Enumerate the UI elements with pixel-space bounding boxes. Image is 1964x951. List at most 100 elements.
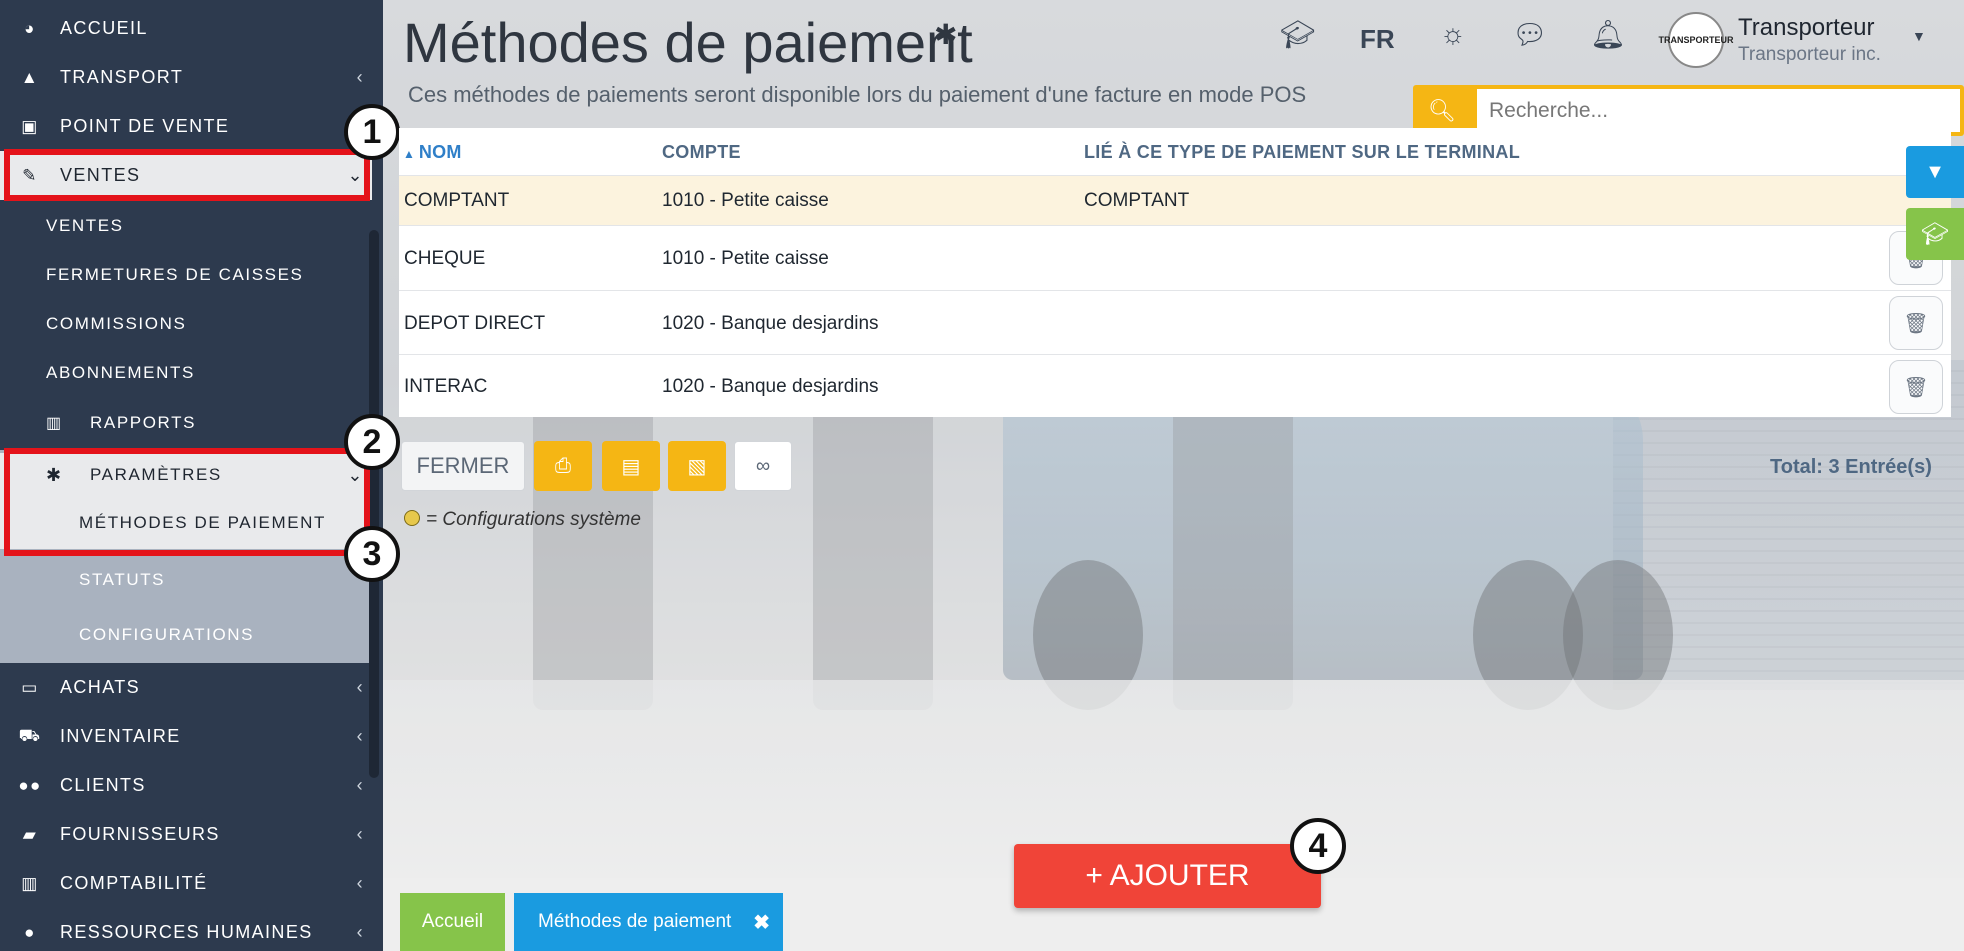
road-icon: ▲ <box>20 67 40 87</box>
export-pdf-button[interactable]: ▧ <box>668 441 726 491</box>
cell-compte: 1020 - Banque desjardins <box>662 376 879 397</box>
link-button[interactable]: ∞ <box>734 441 792 491</box>
sidebar-item-label: VENTES <box>46 215 124 235</box>
lightbulb-icon[interactable]: ☼ <box>1440 18 1466 50</box>
chevron-left-icon: ‹ <box>356 922 364 942</box>
sidebar-sub-configurations[interactable]: CONFIGURATIONS <box>0 609 372 661</box>
sidebar-item-label: FOURNISSEURS <box>60 824 220 844</box>
sidebar-item-label: ACHATS <box>60 677 141 697</box>
step-badge-3: 3 <box>344 526 400 582</box>
close-icon[interactable]: ✖ <box>753 910 770 935</box>
sidebar-sub-statuts[interactable]: STATUTS <box>0 554 372 606</box>
export-excel-button[interactable]: ▤ <box>602 441 660 491</box>
sidebar-scrollbar[interactable] <box>369 230 379 778</box>
sidebar-item-label: RESSOURCES HUMAINES <box>60 922 313 942</box>
sidebar-item-inventaire[interactable]: ⛟ INVENTAIRE ‹ <box>0 712 372 761</box>
page-title: Méthodes de paiement <box>403 11 973 74</box>
language-switch[interactable]: FR <box>1360 24 1395 55</box>
sidebar-item-label: ABONNEMENTS <box>46 362 195 382</box>
sidebar-item-label: STATUTS <box>79 570 166 589</box>
sidebar-item-label: COMMISSIONS <box>46 313 187 333</box>
sidebar-sub-abonnements[interactable]: ABONNEMENTS <box>0 348 372 397</box>
sidebar-item-achats[interactable]: ▭ ACHATS ‹ <box>0 663 372 712</box>
page-subtitle: Ces méthodes de paiements seront disponi… <box>408 82 1307 107</box>
users-icon: ●● <box>18 775 42 795</box>
sidebar-sub-rapports[interactable]: ▥ RAPPORTS <box>0 398 372 447</box>
trash-icon: 🗑︎ <box>1903 312 1929 335</box>
sidebar-item-clients[interactable]: ●● CLIENTS ‹ <box>0 761 372 810</box>
cell-nom: CHEQUE <box>404 248 486 269</box>
search-icon: 🔍︎ <box>1428 97 1456 123</box>
delete-button[interactable]: 🗑︎ <box>1889 296 1943 350</box>
user-name[interactable]: Transporteur <box>1738 14 1875 42</box>
chevron-left-icon: ‹ <box>356 726 364 746</box>
table-row[interactable]: COMPTANT 1010 - Petite caisse COMPTANT <box>399 175 1951 225</box>
avatar[interactable]: TRANSPORTEUR <box>1659 12 1734 68</box>
filter-button[interactable]: ▼ <box>1906 146 1964 198</box>
sidebar-item-transport[interactable]: ▲ TRANSPORT ‹ <box>0 53 372 102</box>
highlight-box-ventes <box>4 149 370 201</box>
sidebar-item-fournisseurs[interactable]: ▰ FOURNISSEURS ‹ <box>0 810 372 859</box>
tab-accueil[interactable]: Accueil <box>400 893 505 951</box>
cell-compte: 1010 - Petite caisse <box>662 190 829 211</box>
gear-icon[interactable]: ✱ <box>934 18 957 51</box>
sidebar-item-label: TRANSPORT <box>60 67 184 87</box>
truck-icon: ▰ <box>22 824 38 844</box>
bar-chart-icon: ▥ <box>21 873 39 893</box>
sidebar-item-label: ACCUEIL <box>60 18 148 38</box>
sidebar-item-label: RAPPORTS <box>90 412 197 432</box>
link-icon: ∞ <box>755 454 771 477</box>
excel-file-icon: ▤ <box>621 455 641 478</box>
sidebar-item-label: FERMETURES DE CAISSES <box>46 264 304 284</box>
add-button[interactable]: + AJOUTER <box>1014 844 1321 908</box>
cell-compte: 1020 - Banque desjardins <box>662 313 879 334</box>
print-icon: ⎙ <box>555 454 571 477</box>
total-count: Total: 3 Entrée(s) <box>1770 456 1932 478</box>
avatar-label: TRANSPORTEUR <box>1658 35 1734 45</box>
sidebar-sub-ventes[interactable]: VENTES <box>0 201 372 250</box>
tutorial-button[interactable]: 🎓︎ <box>1906 208 1964 260</box>
cell-nom: COMPTANT <box>404 190 510 211</box>
delete-button[interactable]: 🗑︎ <box>1889 360 1943 414</box>
search-input[interactable] <box>1477 89 1960 132</box>
sidebar-item-accueil[interactable]: ◕ ACCUEIL <box>0 4 372 53</box>
column-header-compte[interactable]: COMPTE <box>662 142 741 163</box>
table-row[interactable]: DEPOT DIRECT 1020 - Banque desjardins 🗑︎ <box>399 290 1951 354</box>
legend-text: = Configurations système <box>426 509 641 530</box>
tab-label: Méthodes de paiement <box>538 911 732 932</box>
sidebar-item-point-de-vente[interactable]: ▣ POINT DE VENTE <box>0 102 372 151</box>
cell-nom: INTERAC <box>404 376 488 397</box>
sidebar-item-label: COMPTABILITÉ <box>60 873 208 893</box>
trash-icon: 🗑︎ <box>1903 376 1929 399</box>
cash-icon: ▣ <box>21 116 39 136</box>
table-row[interactable]: INTERAC 1020 - Banque desjardins 🗑︎ <box>399 354 1951 417</box>
graduation-cap-icon[interactable]: 🎓︎ <box>1280 18 1316 51</box>
dashboard-icon: ◕ <box>24 18 36 38</box>
person-icon: ● <box>24 922 36 942</box>
graduation-cap-icon: 🎓︎ <box>1921 221 1949 246</box>
step-badge-2: 2 <box>344 414 400 470</box>
step-badge-4: 4 <box>1290 818 1346 874</box>
chat-icon[interactable]: 💬︎ <box>1512 18 1548 51</box>
cart-icon: ⛟ <box>18 725 42 745</box>
system-config-dot-icon <box>404 510 420 526</box>
print-button[interactable]: ⎙ <box>534 441 592 491</box>
close-button[interactable]: FERMER <box>401 441 525 491</box>
caret-down-icon[interactable]: ▼ <box>1912 28 1926 44</box>
sidebar-item-label: INVENTAIRE <box>60 726 181 746</box>
tab-methodes-de-paiement[interactable]: Méthodes de paiement ✖ <box>514 893 783 951</box>
step-badge-1: 1 <box>344 104 400 160</box>
table-row[interactable]: CHEQUE 1010 - Petite caisse 🗑︎ <box>399 225 1951 290</box>
payment-methods-table: ▲ NOM COMPTE LIÉ À CE TYPE DE PAIEMENT S… <box>399 128 1951 417</box>
column-header-nom[interactable]: ▲ NOM <box>403 142 462 163</box>
chevron-left-icon: ‹ <box>356 677 364 697</box>
sidebar-item-comptabilite[interactable]: ▥ COMPTABILITÉ ‹ <box>0 859 372 908</box>
credit-card-icon: ▭ <box>21 677 39 697</box>
sidebar-item-ressources-humaines[interactable]: ● RESSOURCES HUMAINES ‹ <box>0 908 372 951</box>
sidebar-sub-commissions[interactable]: COMMISSIONS <box>0 299 372 348</box>
bell-icon[interactable]: 🔔︎ <box>1590 18 1626 51</box>
sidebar-sub-fermetures[interactable]: FERMETURES DE CAISSES <box>0 250 372 299</box>
sidebar-item-label: POINT DE VENTE <box>60 116 230 136</box>
column-header-lie[interactable]: LIÉ À CE TYPE DE PAIEMENT SUR LE TERMINA… <box>1084 142 1520 163</box>
sidebar-item-label: CLIENTS <box>60 775 146 795</box>
